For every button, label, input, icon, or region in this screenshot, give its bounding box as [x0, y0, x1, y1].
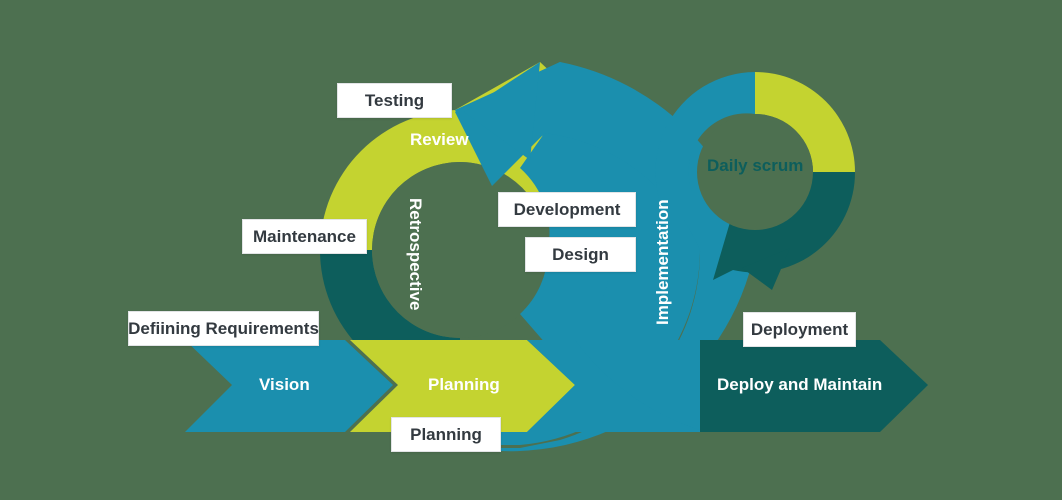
- ring-hole-mask: [372, 162, 548, 338]
- diagram-canvas: Review Retrospective Implementation Dail…: [0, 0, 1062, 500]
- callout-design[interactable]: Design: [525, 237, 636, 272]
- callout-development[interactable]: Development: [498, 192, 636, 227]
- scrum-donut-hole: [697, 114, 813, 230]
- process-step-deploy-and-maintain[interactable]: [697, 340, 928, 432]
- callout-deployment[interactable]: Deployment: [743, 312, 856, 347]
- process-step-vision[interactable]: [185, 340, 393, 432]
- callout-planning[interactable]: Planning: [391, 417, 501, 452]
- callout-testing[interactable]: Testing: [337, 83, 452, 118]
- callout-defining-requirements[interactable]: Defiining Requirements: [128, 311, 319, 346]
- callout-maintenance[interactable]: Maintenance: [242, 219, 367, 254]
